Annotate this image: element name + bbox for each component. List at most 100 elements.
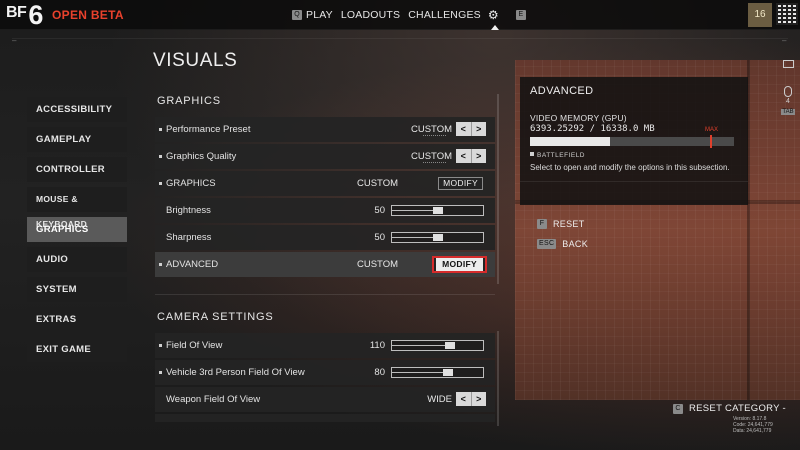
back-action[interactable]: ESC BACK — [537, 239, 588, 249]
active-indicator-icon — [490, 25, 499, 30]
chevron-right-icon[interactable]: > — [472, 122, 487, 136]
setting-value: CUSTOM — [411, 117, 452, 142]
setting-label: Vehicle 3rd Person Field Of View — [166, 367, 305, 378]
vram-usage-fill — [530, 137, 610, 146]
back-label: BACK — [562, 239, 589, 249]
setting-row-sharpness[interactable]: Sharpness 50 — [155, 225, 495, 250]
gear-icon: ⚙ — [487, 8, 499, 22]
slider-thumb[interactable] — [445, 342, 456, 349]
logo-bf-text: BF — [6, 4, 27, 21]
fov-slider[interactable] — [391, 340, 484, 351]
sidebar-item-system[interactable]: SYSTEM — [27, 277, 127, 302]
slider-thumb[interactable] — [443, 369, 454, 376]
setting-row-advanced[interactable]: ADVANCED CUSTOM MODIFY — [155, 252, 495, 277]
chevron-right-icon[interactable]: > — [472, 149, 487, 163]
reset-label: RESET — [553, 219, 585, 229]
chevron-left-icon[interactable]: < — [456, 122, 472, 136]
sidebar-item-exit-game[interactable]: EXIT GAME — [27, 337, 127, 362]
graphics-scrollbar[interactable] — [497, 94, 499, 284]
nav-loadouts[interactable]: LOADOUTS — [341, 9, 400, 21]
back-key: ESC — [537, 239, 557, 249]
sidebar-item-graphics[interactable]: GRAPHICS — [27, 217, 127, 242]
nav-next-key: E — [515, 10, 526, 20]
modify-button-label: MODIFY — [436, 258, 483, 271]
option-arrows[interactable]: < > — [456, 149, 486, 163]
reset-action[interactable]: F RESET — [537, 219, 585, 229]
slider-fill — [392, 210, 438, 211]
vram-label: VIDEO MEMORY (GPU) — [530, 113, 627, 123]
setting-row-graphics[interactable]: GRAPHICS CUSTOM MODIFY — [155, 171, 495, 196]
row-bullet — [159, 155, 162, 158]
slider-thumb[interactable] — [432, 207, 443, 214]
slider-value: 50 — [374, 232, 385, 243]
open-beta-label: OPEN BETA — [52, 8, 124, 22]
chevron-right-icon[interactable]: > — [472, 392, 487, 406]
chevron-left-icon[interactable]: < — [456, 149, 472, 163]
chevron-left-icon[interactable]: < — [456, 392, 472, 406]
vram-max-label: MAX — [705, 127, 719, 133]
sidebar-item-accessibility[interactable]: ACCESSIBILITY — [27, 97, 127, 122]
side-indicators: 4 TAB — [780, 60, 796, 115]
option-arrows[interactable]: < > — [456, 392, 486, 406]
sidebar-item-extras[interactable]: EXTRAS — [27, 307, 127, 332]
setting-row-weapon-fov[interactable]: Weapon Field Of View WIDE < > — [155, 387, 495, 412]
setting-value: CUSTOM — [357, 178, 398, 189]
vehicle-fov-slider[interactable] — [391, 367, 484, 378]
setting-value: CUSTOM — [357, 259, 398, 270]
setting-label: Brightness — [166, 205, 211, 216]
settings-sidebar: ACCESSIBILITY GAMEPLAY CONTROLLER MOUSE … — [27, 97, 127, 367]
row-bullet — [159, 371, 162, 374]
row-bullet — [159, 263, 162, 266]
nav-challenges[interactable]: CHALLENGES — [408, 9, 481, 21]
graphics-settings-list: Performance Preset CUSTOM < > Graphics Q… — [155, 117, 495, 279]
player-level-badge[interactable]: 16 — [748, 3, 772, 27]
controller-icon — [782, 60, 794, 68]
setting-row-performance-preset[interactable]: Performance Preset CUSTOM < > — [155, 117, 495, 142]
advanced-modify-button[interactable]: MODIFY — [432, 256, 487, 273]
sidebar-item-audio[interactable]: AUDIO — [27, 247, 127, 272]
slider-thumb[interactable] — [432, 234, 443, 241]
slider-value: 110 — [369, 340, 385, 351]
sharpness-slider[interactable] — [391, 232, 484, 243]
sidebar-item-mouse-keyboard[interactable]: MOUSE & KEYBOARD — [27, 187, 127, 229]
sidebar-item-controller[interactable]: CONTROLLER — [27, 157, 127, 182]
slider-value: 80 — [374, 367, 385, 378]
top-bar: BF 6 OPEN BETA Q PLAY LOADOUTS CHALLENGE… — [0, 0, 800, 30]
nav-play[interactable]: PLAY — [306, 9, 333, 21]
setting-row-graphics-quality[interactable]: Graphics Quality CUSTOM < > — [155, 144, 495, 169]
row-bullet — [159, 182, 162, 185]
slider-fill — [392, 372, 449, 373]
slider-fill — [392, 237, 438, 238]
nav-prev-key: Q — [292, 10, 302, 20]
camera-scrollbar[interactable] — [497, 331, 499, 426]
battlefield-tag: BATTLEFIELD — [530, 152, 585, 159]
top-nav: Q PLAY LOADOUTS CHALLENGES ⚙ E — [292, 0, 526, 30]
game-logo: BF 6 — [6, 0, 44, 30]
setting-row-partial[interactable] — [155, 414, 495, 422]
sidebar-item-gameplay[interactable]: GAMEPLAY — [27, 127, 127, 152]
setting-value: CUSTOM — [411, 144, 452, 169]
option-arrows[interactable]: < > — [456, 122, 486, 136]
setting-row-vehicle-fov[interactable]: Vehicle 3rd Person Field Of View 80 — [155, 360, 495, 385]
setting-row-brightness[interactable]: Brightness 50 — [155, 198, 495, 223]
header-divider — [12, 38, 788, 39]
setting-label: Field Of View — [166, 340, 223, 351]
vram-value: 6393.25292 / 16338.0 MB — [530, 124, 655, 134]
reset-category-action[interactable]: C RESET CATEGORY - — [673, 403, 786, 414]
mouse-count: 4 — [786, 98, 790, 105]
nav-settings[interactable]: ⚙ — [487, 5, 502, 30]
logo-number: 6 — [28, 0, 44, 30]
vram-usage-bar — [530, 135, 734, 148]
player-emblem-icon[interactable] — [776, 3, 798, 25]
version-info: Version: 8.17.8 Code: 24,641,779 Data: 2… — [733, 416, 773, 434]
brightness-slider[interactable] — [391, 205, 484, 216]
row-bullet — [159, 344, 162, 347]
setting-label: Sharpness — [166, 232, 212, 243]
reset-key: F — [537, 219, 547, 229]
vram-max-marker — [709, 135, 712, 148]
modify-button[interactable]: MODIFY — [438, 177, 483, 190]
graphics-section-title: GRAPHICS — [157, 95, 221, 107]
tab-key: TAB — [781, 109, 795, 115]
setting-row-field-of-view[interactable]: Field Of View 110 — [155, 333, 495, 358]
corner-left-icon: – — [12, 36, 17, 45]
